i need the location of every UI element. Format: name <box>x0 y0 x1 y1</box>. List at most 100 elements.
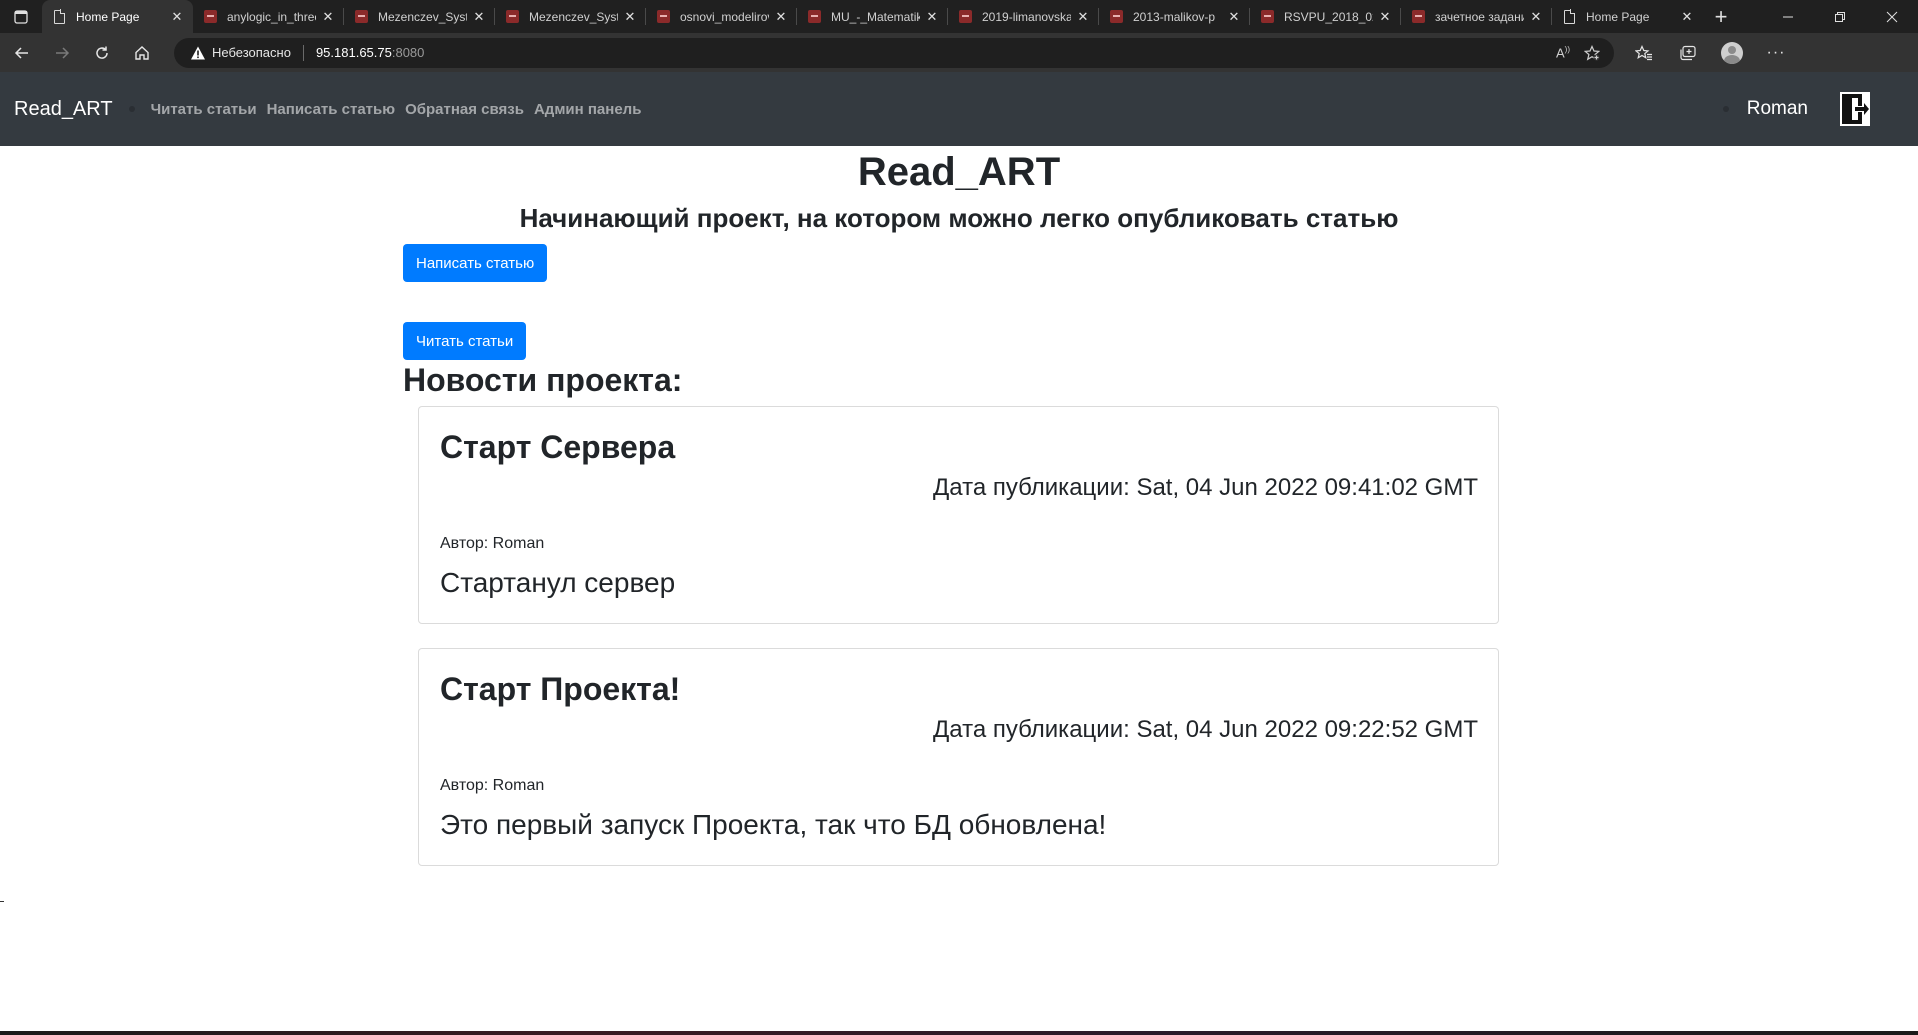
pdf-icon <box>958 10 972 24</box>
news-card: Старт Сервера Дата публикации: Sat, 04 J… <box>418 406 1499 624</box>
browser-tab-8[interactable]: RSVPU_2018_02 ✕ <box>1250 0 1401 33</box>
news-heading: Новости проекта: <box>403 362 683 398</box>
nav-link-read-articles[interactable]: Читать статьи <box>151 101 257 118</box>
arrow-left-icon <box>14 46 28 59</box>
tab-title: osnovi_modelirovaniya <box>680 9 769 24</box>
news-date: Дата публикации: Sat, 04 Jun 2022 09:41:… <box>933 474 1478 501</box>
page-subtitle: Начинающий проект, на котором можно легк… <box>519 203 1399 233</box>
collections-icon <box>1680 45 1696 60</box>
pdf-icon <box>203 10 217 24</box>
address-bar[interactable]: Небезопасно 95.181.65.75:8080 A)) <box>174 37 1614 68</box>
close-icon[interactable]: ✕ <box>1528 9 1544 25</box>
nav-bullet <box>1722 106 1729 112</box>
news-author: Автор: Roman <box>440 535 545 552</box>
nav-link-feedback[interactable]: Обратная связь <box>405 101 524 118</box>
nav-link-write-article[interactable]: Написать статью <box>267 101 395 118</box>
add-favorite-icon[interactable] <box>1584 44 1600 61</box>
tab-actions-icon <box>14 9 28 24</box>
browser-tab-10[interactable]: Home Page ✕ <box>1552 0 1703 33</box>
news-author: Автор: Roman <box>440 777 545 794</box>
back-button[interactable] <box>4 37 40 69</box>
news-title: Старт Проекта! <box>440 671 681 707</box>
page-icon <box>1562 9 1576 24</box>
more-icon: ··· <box>1766 43 1786 61</box>
tab-actions-button[interactable] <box>0 0 42 33</box>
news-text: Стартанул сервер <box>440 567 676 598</box>
profile-button[interactable] <box>1710 37 1754 69</box>
plus-icon: + <box>1714 3 1728 29</box>
browser-tab-2[interactable]: Mezenczev_Syst ✕ <box>344 0 495 33</box>
close-icon[interactable]: ✕ <box>1679 9 1695 25</box>
browser-tab-6[interactable]: 2019-limanovskaya ✕ <box>948 0 1099 33</box>
browser-tab-4[interactable]: osnovi_modelirovaniya ✕ <box>646 0 797 33</box>
close-icon[interactable]: ✕ <box>773 9 789 25</box>
pdf-icon <box>656 10 670 24</box>
browser-tab-1[interactable]: anylogic_in_three_days ✕ <box>193 0 344 33</box>
nav-links: Читать статьи Написать статью Обратная с… <box>128 101 652 118</box>
tab-title: RSVPU_2018_02 <box>1284 9 1373 24</box>
browser-tab-9[interactable]: зачетное задание ✕ <box>1401 0 1552 33</box>
close-icon[interactable]: ✕ <box>471 9 487 25</box>
page-title: Read_ART <box>857 150 1061 194</box>
brand-link[interactable]: Read_ART <box>14 98 113 121</box>
read-articles-button[interactable]: Читать статьи <box>403 322 527 360</box>
close-icon[interactable]: ✕ <box>1377 9 1393 25</box>
read-aloud-icon[interactable]: A)) <box>1556 45 1570 60</box>
news-date: Дата публикации: Sat, 04 Jun 2022 09:22:… <box>933 716 1478 743</box>
news-text: Это первый запуск Проекта, так что БД об… <box>440 809 1107 840</box>
close-icon[interactable]: ✕ <box>924 9 940 25</box>
address-bar-actions: A)) <box>1556 44 1614 61</box>
nav-user: Roman <box>1722 92 1918 126</box>
window-controls <box>1762 0 1918 33</box>
collections-button[interactable] <box>1666 37 1710 69</box>
browser-tabstrip: Home Page ✕ anylogic_in_three_days ✕ Mez… <box>0 0 1918 33</box>
browser-tab-5[interactable]: MU_-_Matematika ✕ <box>797 0 948 33</box>
browser-tab-3[interactable]: Mezenczev_Syst ✕ <box>495 0 646 33</box>
news-title: Старт Сервера <box>440 429 676 465</box>
page-icon <box>52 9 66 24</box>
browser-toolbar: Небезопасно 95.181.65.75:8080 A)) ··· <box>0 33 1918 72</box>
close-icon[interactable]: ✕ <box>1226 9 1242 25</box>
browser-tab-7[interactable]: 2013-malikov-p ✕ <box>1099 0 1250 33</box>
pdf-icon <box>354 10 368 24</box>
pdf-icon <box>505 10 519 24</box>
tab-title: MU_-_Matematika <box>831 9 920 24</box>
tab-title: Mezenczev_Syst <box>529 9 618 24</box>
favorites-icon <box>1635 44 1652 60</box>
user-name-link[interactable]: Roman <box>1747 98 1808 120</box>
close-window-button[interactable] <box>1866 0 1918 33</box>
reload-button[interactable] <box>84 37 120 69</box>
pdf-icon <box>1260 10 1274 24</box>
toolbar-icons: ··· <box>1622 37 1798 69</box>
write-article-button[interactable]: Написать статью <box>403 244 548 282</box>
browser-tab-0[interactable]: Home Page ✕ <box>42 0 193 33</box>
close-icon <box>1886 11 1898 22</box>
close-icon[interactable]: ✕ <box>320 9 336 25</box>
new-tab-button[interactable]: + <box>1703 0 1739 33</box>
tab-title: Home Page <box>1586 9 1650 24</box>
settings-menu-button[interactable]: ··· <box>1754 37 1798 69</box>
url-host: 95.181.65.75 <box>315 45 392 60</box>
nav-link-admin-panel[interactable]: Админ панель <box>534 101 641 118</box>
close-icon[interactable]: ✕ <box>622 9 638 25</box>
forward-button[interactable] <box>44 37 80 69</box>
arrow-right-icon <box>56 46 70 59</box>
pdf-icon <box>1411 10 1425 24</box>
restore-icon <box>1835 11 1845 22</box>
logout-icon[interactable] <box>1840 92 1870 126</box>
news-card: Старт Проекта! Дата публикации: Sat, 04 … <box>418 648 1499 866</box>
security-label[interactable]: Небезопасно <box>212 45 291 60</box>
tab-title: зачетное задание <box>1435 9 1524 24</box>
minimize-icon <box>1783 16 1793 17</box>
favorites-button[interactable] <box>1622 37 1666 69</box>
divider <box>0 901 4 902</box>
close-icon[interactable]: ✕ <box>1075 9 1091 25</box>
close-icon[interactable]: ✕ <box>169 9 185 25</box>
tab-title: 2019-limanovskaya <box>982 9 1071 24</box>
home-button[interactable] <box>124 37 160 69</box>
restore-button[interactable] <box>1814 0 1866 33</box>
pdf-icon <box>1109 10 1123 24</box>
pdf-icon <box>807 10 821 24</box>
site-navbar: Read_ART Читать статьи Написать статью О… <box>0 72 1918 146</box>
minimize-button[interactable] <box>1762 0 1814 33</box>
